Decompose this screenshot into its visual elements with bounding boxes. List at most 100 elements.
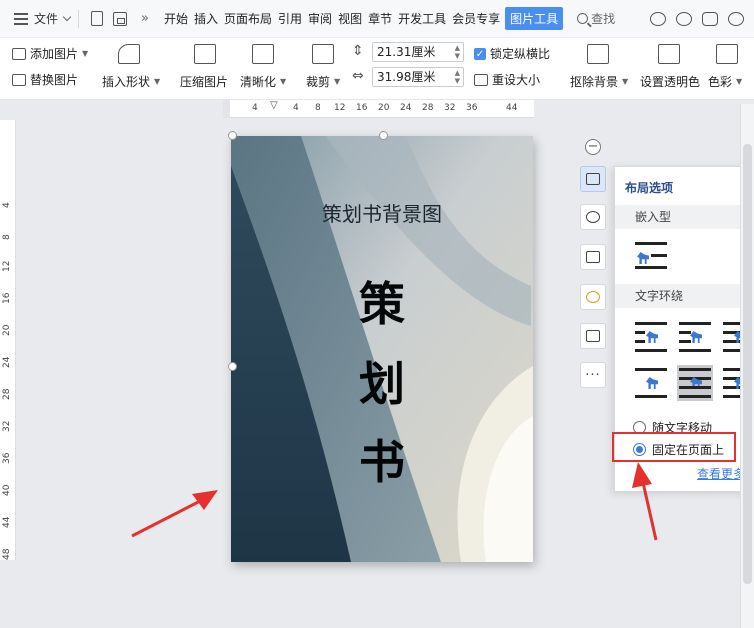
lightbulb-icon [586, 291, 600, 303]
tab-view[interactable]: 视图 [335, 7, 365, 30]
layout-options-button[interactable] [580, 166, 606, 192]
wrap-square-option[interactable] [633, 319, 669, 355]
ruler-margin [223, 100, 230, 118]
wrap-top-bottom-option[interactable] [633, 365, 669, 401]
cloud-sync-icon[interactable] [650, 11, 666, 26]
ruler-number: 16 [2, 292, 12, 304]
resize-handle-top-left[interactable] [228, 131, 237, 140]
lock-aspect-label: 锁定纵横比 [490, 47, 551, 61]
remove-background-icon[interactable] [587, 44, 609, 64]
annotation-arrow-left [131, 490, 218, 538]
replace-picture-label: 替换图片 [30, 73, 79, 87]
more-options-icon[interactable] [728, 11, 744, 26]
tab-member[interactable]: 会员专享 [449, 7, 503, 30]
lock-aspect-checkbox[interactable]: ✓ 锁定纵横比 [474, 45, 550, 62]
color-button[interactable]: 色彩 ▼ [708, 73, 742, 90]
ruler-number: 24 [2, 356, 12, 368]
ruler-number: 24 [400, 103, 412, 113]
ruler-number: 32 [2, 420, 12, 432]
vertical-ruler[interactable]: 4 8 12 16 20 24 28 32 36 40 44 48 [0, 120, 16, 560]
tab-picture-tools[interactable]: 图片工具 [505, 7, 564, 30]
zoom-button[interactable] [580, 204, 606, 230]
crop-icon[interactable] [312, 44, 334, 64]
add-picture-button[interactable]: 添加图片 ▼ [12, 45, 88, 62]
search-icon [577, 13, 589, 24]
horizontal-ruler[interactable]: 4 ▽ 4 8 12 16 20 24 28 32 36 44 [230, 100, 534, 118]
transparent-color-icon[interactable] [658, 44, 680, 64]
crop-icon [586, 251, 600, 263]
insert-shape-label: 插入形状 [102, 75, 151, 89]
height-icon: ⇕ [352, 43, 364, 59]
more-tools-button[interactable]: ··· [580, 362, 606, 388]
ruler-number: 36 [466, 103, 478, 113]
width-stepper[interactable]: ▲ ▼ [455, 69, 460, 85]
tab-chapter[interactable]: 章节 [365, 7, 395, 30]
search-button[interactable]: 查找 [577, 10, 615, 27]
annotation-highlight-box [612, 432, 736, 462]
file-menu-label: 文件 [34, 12, 59, 26]
add-user-icon[interactable] [676, 11, 692, 26]
page-title: 策划书背景图 [322, 202, 442, 226]
idea-button[interactable] [580, 284, 606, 310]
save-icon[interactable] [113, 11, 128, 26]
insert-shape-button[interactable]: 插入形状 ▼ [102, 73, 160, 90]
ruler-number: 40 [2, 484, 12, 496]
ruler-number: 36 [2, 452, 12, 464]
document-page[interactable]: 策划书背景图 策 划 书 [231, 136, 533, 562]
sharpen-button[interactable]: 清晰化 ▼ [240, 73, 286, 90]
sharpen-icon[interactable] [252, 44, 274, 64]
chevron-down-icon [62, 12, 72, 22]
annotation-arrow-up [632, 462, 658, 541]
tab-insert[interactable]: 插入 [191, 7, 221, 30]
tab-references[interactable]: 引用 [275, 7, 305, 30]
set-transparent-label: 设置透明色 [640, 75, 701, 89]
resize-handle-left[interactable] [228, 362, 237, 371]
wrap-tight-option[interactable] [677, 319, 713, 355]
wrap-inline-option[interactable] [633, 239, 669, 275]
dropdown-arrow-icon: ▼ [622, 77, 629, 86]
layout-options-icon [586, 173, 600, 185]
panel-title: 布局选项 [625, 181, 674, 195]
ribbon-tabs: 开始 插入 页面布局 引用 审阅 视图 章节 开发工具 会员专享 图片工具 [161, 7, 564, 30]
height-value: 21.31厘米 [377, 45, 436, 59]
crop-side-button[interactable] [580, 244, 606, 270]
dropdown-arrow-icon: ▼ [334, 77, 341, 86]
resize-handle-top[interactable] [379, 131, 388, 140]
wrap-behind-text-option[interactable] [677, 365, 713, 401]
width-input[interactable]: 31.98厘米 ▲ ▼ [372, 67, 464, 87]
height-stepper[interactable]: ▲ ▼ [455, 44, 460, 60]
new-document-icon[interactable] [91, 11, 104, 26]
replace-picture-button[interactable]: 替换图片 [12, 71, 78, 88]
tab-page-layout[interactable]: 页面布局 [221, 7, 275, 30]
scrollbar-thumb[interactable] [743, 144, 752, 584]
ruler-number: 20 [378, 103, 390, 113]
convert-button[interactable] [580, 323, 606, 349]
set-transparent-button[interactable]: 设置透明色 [640, 73, 700, 90]
tab-developer[interactable]: 开发工具 [395, 7, 449, 30]
ruler-number: 12 [2, 260, 12, 272]
color-icon[interactable] [716, 44, 738, 64]
vertical-scrollbar[interactable] [740, 104, 754, 628]
wrap-section-header: 文字环绕 [615, 284, 754, 308]
shape-icon[interactable] [118, 44, 140, 64]
dropdown-arrow-icon: ▼ [280, 77, 287, 86]
hamburger-menu-icon[interactable] [14, 12, 28, 25]
more-commands-icon[interactable]: » [141, 11, 149, 26]
collapse-icon[interactable]: − [585, 139, 601, 155]
indent-marker-icon[interactable]: ▽ [270, 100, 278, 111]
ribbon-toolbar: 添加图片 ▼ 替换图片 插入形状 ▼ 压缩图片 清晰化 ▼ 裁剪 ▼ ⇕ 21.… [0, 38, 754, 100]
file-menu[interactable]: 文件 [34, 10, 72, 27]
share-icon[interactable] [702, 11, 718, 26]
tab-review[interactable]: 审阅 [305, 7, 335, 30]
reset-size-button[interactable]: 重设大小 [474, 71, 540, 88]
height-input[interactable]: 21.31厘米 ▲ ▼ [372, 42, 464, 62]
compress-picture-button[interactable]: 压缩图片 [180, 73, 228, 90]
crop-label: 裁剪 [306, 75, 331, 89]
ruler-number: 4 [2, 202, 12, 208]
title-char-1: 策 [359, 277, 405, 331]
crop-button[interactable]: 裁剪 ▼ [306, 73, 340, 90]
tab-home[interactable]: 开始 [161, 7, 191, 30]
color-label: 色彩 [708, 75, 733, 89]
remove-background-button[interactable]: 抠除背景 ▼ [570, 73, 628, 90]
compress-icon[interactable] [194, 44, 216, 64]
